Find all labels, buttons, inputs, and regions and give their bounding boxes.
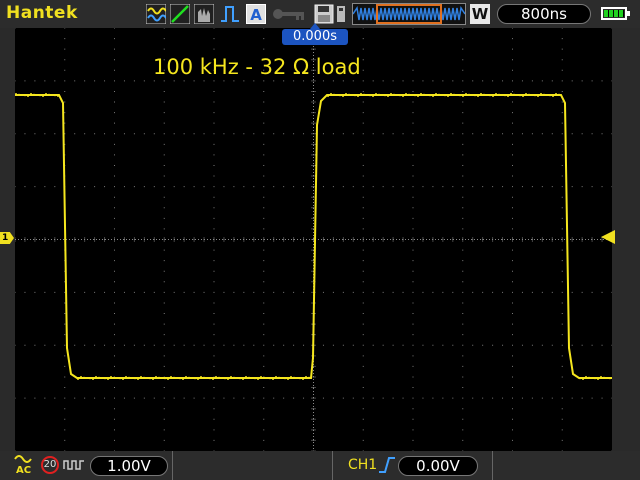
waveform-display[interactable] xyxy=(14,27,613,452)
acquire-icon[interactable] xyxy=(194,4,214,24)
divider xyxy=(332,451,333,480)
key-icon xyxy=(270,4,310,24)
pulse-trigger-icon[interactable] xyxy=(220,4,240,24)
invert-icon xyxy=(63,457,85,473)
channel-1-trace xyxy=(15,94,612,379)
window-mode-button[interactable]: W xyxy=(470,4,490,24)
divider xyxy=(492,451,493,480)
trigger-source-label: CH1 xyxy=(348,457,378,473)
top-status-bar: Hantek A W 800ns xyxy=(0,0,640,28)
trigger-level-marker[interactable] xyxy=(601,230,615,244)
auto-mode-button[interactable]: A xyxy=(246,4,266,24)
brand-logo: Hantek xyxy=(6,3,78,23)
math-icon[interactable] xyxy=(170,4,190,24)
graticule xyxy=(14,27,613,452)
battery-level xyxy=(604,10,624,17)
waveform-view-window[interactable] xyxy=(376,4,442,24)
channel-wave-icon[interactable] xyxy=(146,4,166,24)
rising-edge-icon xyxy=(378,456,396,474)
channel-1-offset-marker[interactable]: 1 xyxy=(0,232,14,244)
battery-icon xyxy=(601,7,630,20)
bottom-status-bar: AC 20 1.00V CH1 0.00V xyxy=(0,451,640,480)
bandwidth-limit-icon: 20 xyxy=(41,456,59,474)
usb-icon xyxy=(334,4,348,24)
timebase-readout[interactable]: 800ns xyxy=(497,4,591,24)
divider xyxy=(172,451,173,480)
trigger-level-readout[interactable]: 0.00V xyxy=(398,456,478,476)
save-disk-icon[interactable] xyxy=(314,4,334,24)
vertical-scale-readout[interactable]: 1.00V xyxy=(90,456,168,476)
coupling-label: AC xyxy=(16,465,32,476)
trigger-position-readout[interactable]: 0.000s xyxy=(282,23,348,45)
oscilloscope-screen: Hantek A W 800ns 0.000s 100 kHz - 32 Ω l… xyxy=(0,0,640,480)
waveform-annotation: 100 kHz - 32 Ω load xyxy=(153,55,361,79)
